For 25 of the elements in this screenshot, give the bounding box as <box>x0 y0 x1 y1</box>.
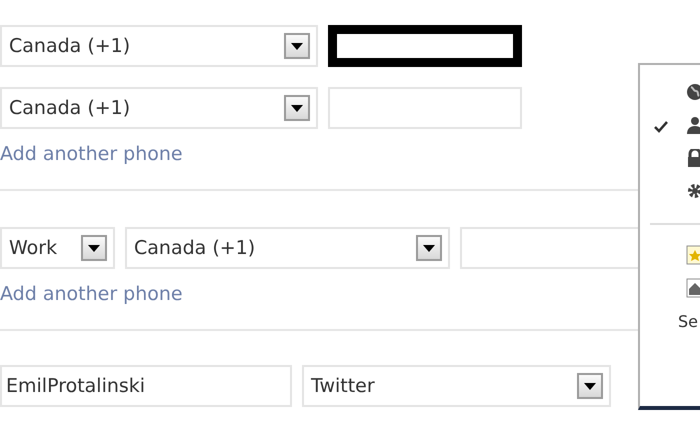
caret-icon <box>291 42 303 50</box>
person-icon <box>686 116 700 134</box>
dropdown-button[interactable] <box>577 373 603 399</box>
star-list-icon <box>686 245 700 265</box>
add-phone-link[interactable]: Add another phone <box>0 143 183 165</box>
phone-field[interactable] <box>328 25 522 67</box>
add-phone-link[interactable]: Add another phone <box>0 283 183 305</box>
caret-icon <box>423 244 435 252</box>
lock-icon <box>686 149 700 167</box>
check-icon <box>654 121 668 133</box>
menu-item[interactable]: Se <box>678 312 698 331</box>
dropdown-button[interactable] <box>81 235 107 261</box>
screen-name-field[interactable]: EmilProtalinski <box>0 365 292 407</box>
country-select[interactable]: Canada (+1) <box>125 227 450 269</box>
dropdown-button[interactable] <box>416 235 442 261</box>
phone-type-select[interactable]: Work <box>0 227 115 269</box>
caret-icon <box>88 244 100 252</box>
service-select[interactable]: Twitter <box>302 365 611 407</box>
country-select[interactable]: Canada (+1) <box>0 25 318 67</box>
caret-icon <box>291 104 303 112</box>
dropdown-button[interactable] <box>284 33 310 59</box>
caret-icon <box>584 382 596 390</box>
country-select[interactable]: Canada (+1) <box>0 87 318 129</box>
dropdown-button[interactable] <box>284 95 310 121</box>
gear-icon <box>686 182 700 200</box>
